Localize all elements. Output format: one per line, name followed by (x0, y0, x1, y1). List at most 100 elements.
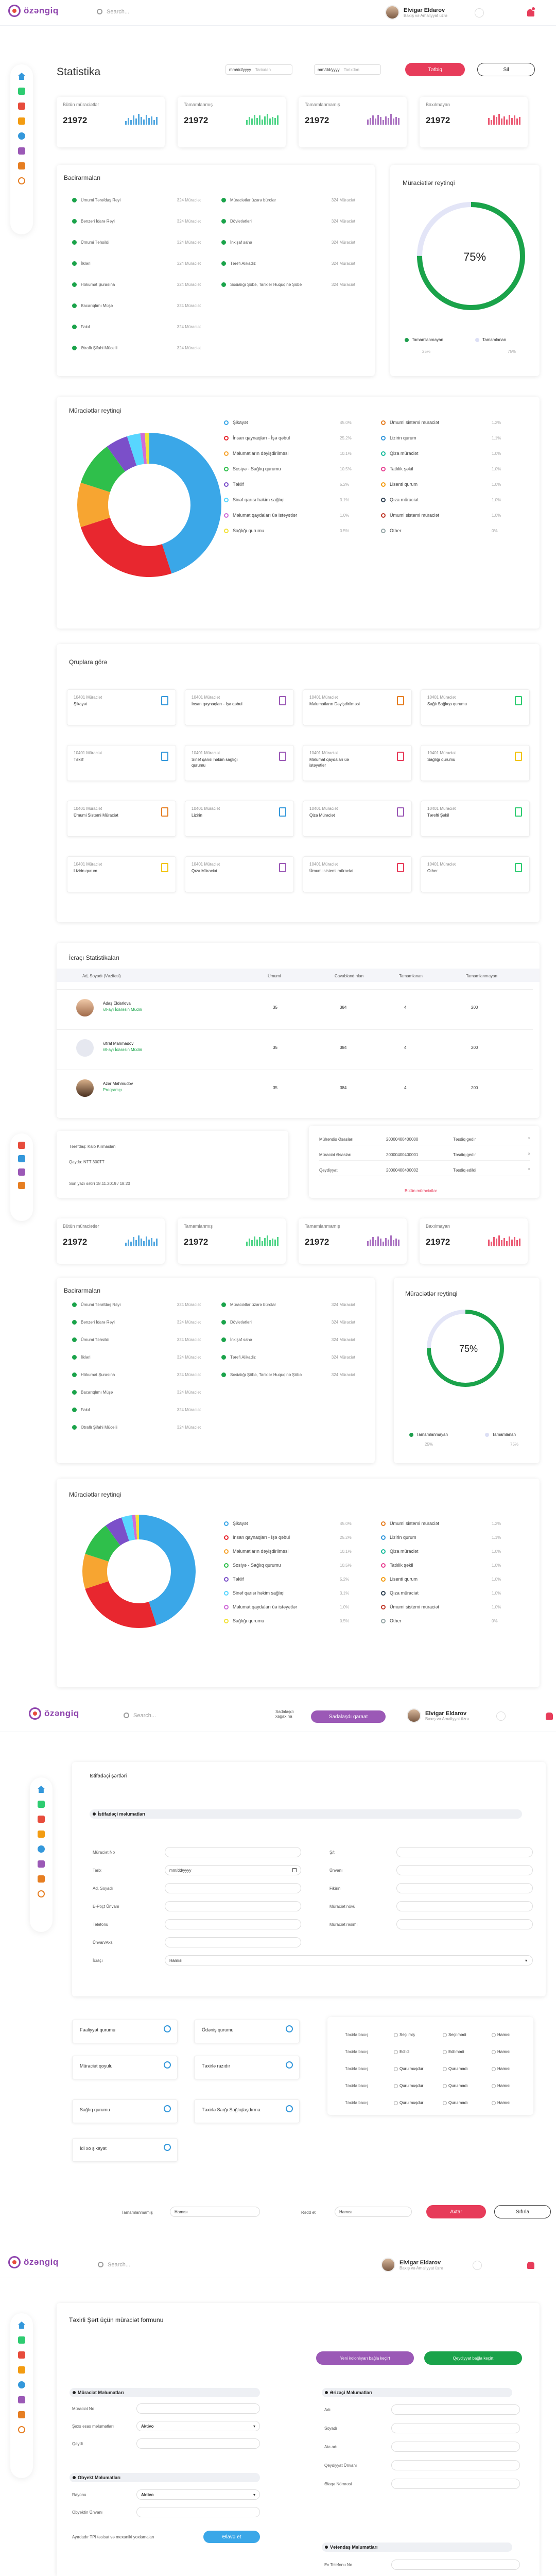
form-input[interactable] (136, 2507, 260, 2517)
list-icon[interactable] (18, 162, 25, 170)
chart-icon[interactable] (18, 1168, 25, 1176)
option-card[interactable]: Sağlıq qurumu (72, 2099, 178, 2123)
form-input[interactable] (165, 1847, 301, 1857)
dept-row[interactable]: Tərefi Alikadiz 324 Müraciət (221, 1355, 355, 1360)
group-card[interactable]: 10401 Müraciət Sağlığı qurumu (421, 745, 530, 781)
radio-option[interactable]: Hamısı (492, 2066, 510, 2071)
chart-icon[interactable] (18, 2396, 25, 2403)
group-card[interactable]: 10401 Müraciət Lizirin qurum (67, 856, 176, 892)
dept-row[interactable]: Ətraflı Şifahi Mücelli 324 Müraciət (72, 346, 201, 350)
radio-option[interactable]: Hamısı (492, 2083, 510, 2088)
add-object-button[interactable]: Əlavə et (203, 2531, 260, 2543)
dept-row[interactable]: Bacarıqlımı Müşə 324 Müraciət (72, 1390, 201, 1395)
user-menu[interactable]: Elvigar Eldarov Baxış və Amaliyyat üzrə (385, 5, 447, 20)
inbox-icon[interactable] (18, 103, 25, 110)
dept-row[interactable]: İlkləri 324 Müraciət (72, 261, 201, 266)
dept-row[interactable]: Sosialığı Şöbə, Tarixlər Huquqinə Şöbə 32… (221, 282, 355, 287)
group-card[interactable]: 10401 Müraciət Lizirin (185, 801, 294, 837)
user-icon[interactable] (18, 1155, 25, 1162)
user-icon[interactable] (18, 2381, 25, 2388)
form-input[interactable] (165, 1937, 301, 1947)
user-menu[interactable]: Elvigar Eldarov Baxış və Amaliyyat üzrə (381, 2258, 443, 2272)
dept-row[interactable]: Müraciətlər üzərə bürolar 324 Müraciət (221, 198, 355, 202)
group-card[interactable]: 10401 Müraciət Məlumat qaydaları üə istəy… (303, 745, 412, 781)
form-input[interactable] (391, 2404, 520, 2415)
add-column-button[interactable]: Yeni kolonlıyarı bağla keçirt (316, 2351, 414, 2365)
dept-row[interactable]: Ümumi Tərəfdaş Rəyi 324 Müraciət (72, 1302, 201, 1307)
dept-row[interactable]: Tərefi Alikadiz 324 Müraciət (221, 261, 355, 266)
close-icon[interactable]: × (528, 1136, 530, 1141)
file-icon[interactable] (18, 88, 25, 95)
inbox-icon[interactable] (38, 1816, 45, 1823)
executor-select[interactable]: Hamısı ▾ (165, 1955, 533, 1965)
dept-row[interactable]: Fakıl 324 Müraciət (72, 1408, 201, 1412)
group-card[interactable]: 10401 Müraciət Qıza Müraciət (185, 856, 294, 892)
form-input[interactable] (136, 2403, 260, 2414)
option-card[interactable]: Müraciət qoyulu (72, 2056, 178, 2079)
apply-button[interactable]: Tətbiq (405, 63, 465, 76)
form-input[interactable] (391, 2479, 520, 2489)
dept-row[interactable]: İnkişaf sahə 324 Müraciət (221, 1337, 355, 1342)
form-input[interactable] (391, 2442, 520, 2452)
bell-icon[interactable] (527, 2262, 534, 2269)
settings-icon[interactable] (496, 1711, 506, 1721)
group-card[interactable]: 10401 Müraciət Qiza Müraciət (303, 801, 412, 837)
home-icon[interactable] (18, 2321, 25, 2329)
radio-option[interactable]: Seçilmiş (394, 2032, 415, 2037)
gear-icon[interactable] (38, 1890, 45, 1897)
form-input[interactable] (396, 1919, 533, 1929)
search-button[interactable]: Axtar (426, 2205, 486, 2218)
gear-icon[interactable] (18, 2426, 25, 2433)
reset-button[interactable]: Sıfırla (494, 2205, 551, 2218)
request-row[interactable]: Müraciət Əsasları 20000400400001 Təsdiq ge… (319, 1150, 530, 1161)
dept-row[interactable]: Hökumət Şurasına 324 Müraciət (72, 282, 201, 287)
logo[interactable]: özəngiq (8, 2256, 59, 2268)
chart-icon[interactable] (38, 1860, 45, 1868)
group-card[interactable]: 10401 Müraciət Şikayət (67, 689, 176, 725)
home-icon[interactable] (18, 73, 25, 80)
radio-option[interactable]: Qurulmadı (443, 2066, 467, 2071)
all-requests-link[interactable]: Bütün müraciətlər (405, 1189, 437, 1193)
folder-icon[interactable] (38, 1831, 45, 1838)
list-icon[interactable] (18, 2411, 25, 2418)
radio-option[interactable]: Qurulmuşdur (394, 2066, 423, 2071)
close-icon[interactable]: × (528, 1167, 530, 1172)
form-input[interactable] (165, 1901, 301, 1911)
radio-option[interactable]: Hamısı (492, 2100, 510, 2105)
group-card[interactable]: 10401 Müraciət Sağlı Sağlıqa qurumu (421, 689, 530, 725)
group-card[interactable]: 10401 Müraciət Sinəf qarısı həkim sağlığı… (185, 745, 294, 781)
radio-option[interactable]: Qurulmadı (443, 2100, 467, 2105)
radio-option[interactable]: Qurulmuşdur (394, 2083, 423, 2088)
radio-option[interactable]: Qurulmadı (443, 2083, 467, 2088)
group-card[interactable]: 10401 Müraciət Ümumi Sistemi Müraciət (67, 801, 176, 837)
radio-option[interactable]: Hamısı (492, 2032, 510, 2037)
form-input[interactable] (396, 1847, 533, 1857)
form-input[interactable] (391, 2460, 520, 2470)
form-input[interactable] (391, 2560, 520, 2570)
option-card[interactable]: Ödəniş qurumu (194, 2020, 300, 2043)
date-to-field[interactable]: mm/dd/yyyy Tarixdən (314, 64, 381, 75)
group-card[interactable]: 10401 Müraciət Ümumi sistemi müraciət (303, 856, 412, 892)
form-input[interactable] (396, 1901, 533, 1911)
folder-icon[interactable] (18, 2366, 25, 2374)
date-from-field[interactable]: mm/dd/yyyy Tarixdən (225, 64, 292, 75)
user-menu[interactable]: Elvigar Eldarov Baxış və Amaliyyat üzrə (407, 1708, 469, 1723)
form-input[interactable]: Aktivo ▾ (136, 2421, 260, 2431)
dept-row[interactable]: Ümumi Təhsildi 324 Müraciət (72, 1337, 201, 1342)
chart-icon[interactable] (18, 147, 25, 155)
dept-row[interactable]: Bənzəri İdarə Rəyi 324 Müraciət (72, 219, 201, 224)
form-input[interactable] (136, 2438, 260, 2449)
option-card[interactable]: Fəaliyyət qurumu (72, 2020, 178, 2043)
search-input[interactable]: Search... (107, 9, 129, 15)
option-card[interactable]: Təxirlə razıdır (194, 2056, 300, 2079)
logo[interactable]: özəngiq (29, 1707, 79, 1720)
inbox-icon[interactable] (18, 1142, 25, 1149)
list-icon[interactable] (38, 1875, 45, 1883)
group-card[interactable]: 10401 Müraciət İnsan qaynaqları - İşə qəb… (185, 689, 294, 725)
search-box[interactable]: Search... (124, 1713, 156, 1719)
user-icon[interactable] (38, 1845, 45, 1853)
form-input[interactable]: Aktivo ▾ (136, 2489, 260, 2500)
group-card[interactable]: 10401 Müraciət Təklif (67, 745, 176, 781)
request-row[interactable]: Mühəndis Əsasları 20000400400000 Təsdiq ge… (319, 1135, 530, 1145)
table-row[interactable]: Ətraf Mahmadov Əl-ayı İdarəsin Müdiri 35 38… (57, 1029, 533, 1066)
